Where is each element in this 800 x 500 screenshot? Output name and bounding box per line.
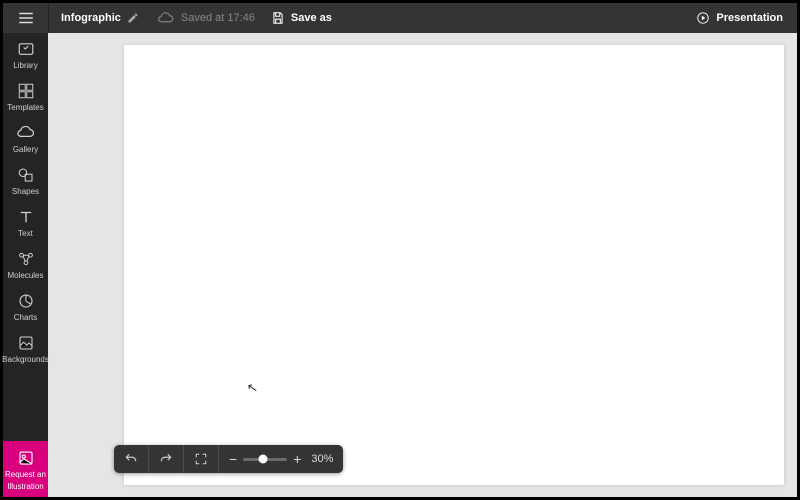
text-icon <box>16 208 36 226</box>
redo-icon <box>159 452 173 466</box>
undo-button[interactable] <box>114 445 149 473</box>
save-icon <box>271 11 285 25</box>
sidebar-item-label: Molecules <box>7 271 43 280</box>
zoom-in-button[interactable]: + <box>293 451 301 467</box>
request-label-2: Illustration <box>7 482 43 491</box>
sidebar: Library Templates Gallery Shapes Text Mo… <box>3 33 48 497</box>
sidebar-item-gallery[interactable]: Gallery <box>3 117 48 159</box>
sidebar-item-library[interactable]: Library <box>3 33 48 75</box>
sidebar-item-label: Shapes <box>12 187 39 196</box>
zoom-slider[interactable] <box>243 458 287 461</box>
menu-button[interactable] <box>3 3 49 33</box>
presentation-label: Presentation <box>716 12 783 24</box>
fullscreen-icon <box>194 452 208 466</box>
presentation-button[interactable]: Presentation <box>696 11 783 25</box>
zoom-control: − + 30% <box>219 445 343 473</box>
sidebar-item-shapes[interactable]: Shapes <box>3 159 48 201</box>
play-icon <box>696 11 710 25</box>
sidebar-item-label: Charts <box>14 313 38 322</box>
library-icon <box>16 40 36 58</box>
save-status-text: Saved at 17:46 <box>181 12 255 24</box>
bottom-toolbar: − + 30% <box>114 445 343 473</box>
workspace[interactable]: ↖ − + 30% <box>48 33 797 497</box>
sidebar-item-text[interactable]: Text <box>3 201 48 243</box>
sidebar-item-label: Templates <box>7 103 43 112</box>
hamburger-icon <box>17 9 35 27</box>
sidebar-item-label: Backgrounds <box>2 355 49 364</box>
save-as-button[interactable]: Save as <box>271 11 332 25</box>
top-bar: Infographic Saved at 17:46 Save as Prese… <box>3 3 797 33</box>
request-icon <box>16 449 36 467</box>
request-label-1: Request an <box>5 470 46 479</box>
sidebar-item-label: Gallery <box>13 145 38 154</box>
shapes-icon <box>16 166 36 184</box>
save-status: Saved at 17:46 <box>157 11 255 25</box>
zoom-out-button[interactable]: − <box>229 451 237 467</box>
document-type[interactable]: Infographic <box>61 12 139 24</box>
zoom-slider-handle[interactable] <box>259 455 268 464</box>
sidebar-item-backgrounds[interactable]: Backgrounds <box>3 327 48 369</box>
sidebar-item-molecules[interactable]: Molecules <box>3 243 48 285</box>
save-as-label: Save as <box>291 12 332 24</box>
cloud-icon <box>157 11 175 25</box>
document-type-label: Infographic <box>61 12 121 24</box>
sidebar-item-label: Text <box>18 229 33 238</box>
pencil-icon <box>127 12 139 24</box>
undo-icon <box>124 452 138 466</box>
sidebar-item-label: Library <box>13 61 37 70</box>
request-illustration-button[interactable]: Request an Illustration <box>3 441 48 497</box>
molecules-icon <box>16 250 36 268</box>
backgrounds-icon <box>16 334 36 352</box>
templates-icon <box>16 82 36 100</box>
sidebar-item-templates[interactable]: Templates <box>3 75 48 117</box>
gallery-icon <box>16 124 36 142</box>
charts-icon <box>16 292 36 310</box>
zoom-percent: 30% <box>311 453 333 465</box>
fit-screen-button[interactable] <box>184 445 219 473</box>
redo-button[interactable] <box>149 445 184 473</box>
canvas[interactable] <box>124 45 784 485</box>
sidebar-item-charts[interactable]: Charts <box>3 285 48 327</box>
